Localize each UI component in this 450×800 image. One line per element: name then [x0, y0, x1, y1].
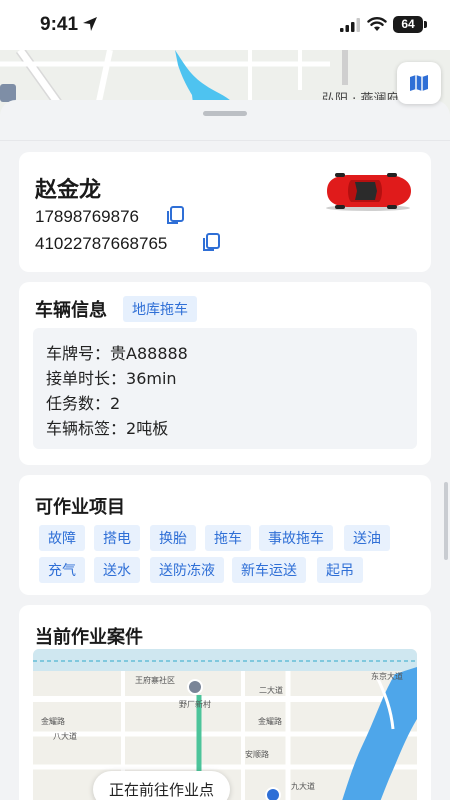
vehicle-type-badge: 地库拖车 — [123, 296, 197, 322]
service-chip: 起吊 — [317, 557, 363, 583]
status-time: 9:41 — [40, 14, 79, 35]
map-label: 二大道 — [259, 686, 283, 695]
detail-row-duration: 接单时长：36min — [46, 365, 177, 389]
location-arrow-icon — [83, 17, 97, 31]
detail-row-vehicle-tag: 车辆标签：2吨板 — [46, 415, 168, 439]
map-label: 九大道 — [291, 782, 315, 791]
service-chip: 拖车 — [205, 525, 251, 551]
map-label: 野厂新村 — [179, 700, 211, 709]
service-chip: 事故拖车 — [259, 525, 333, 551]
current-location-icon — [265, 787, 281, 800]
map-label: 王府寨社区 — [135, 676, 175, 685]
status-bar: 9:41 64 — [0, 0, 450, 50]
detail-value: 2 — [110, 394, 121, 413]
wifi-icon — [367, 17, 387, 31]
bottom-sheet[interactable]: 赵金龙 17898769876 41022787668765 车辆信息 地库拖车 — [0, 100, 450, 800]
map-pin-icon — [187, 679, 203, 695]
service-chip: 送水 — [94, 557, 140, 583]
sheet-divider — [0, 140, 450, 141]
detail-label: 接单时长： — [46, 369, 127, 388]
detail-value: 2吨板 — [126, 419, 169, 438]
scrollbar[interactable] — [444, 482, 448, 560]
battery-tip — [424, 21, 427, 28]
map-label: 八大道 — [53, 732, 77, 741]
service-chip: 故障 — [39, 525, 85, 551]
service-chip: 搭电 — [94, 525, 140, 551]
folded-map-icon — [410, 75, 428, 91]
detail-label: 车辆标签： — [46, 419, 127, 438]
map-label: 安顺路 — [245, 750, 269, 759]
service-chip: 充气 — [39, 557, 85, 583]
vehicle-detail-panel: 车牌号：贵A88888 接单时长：36min 任务数：2 车辆标签：2吨板 — [33, 328, 417, 449]
copy-id-icon[interactable] — [201, 232, 221, 252]
detail-row-plate: 车牌号：贵A88888 — [46, 340, 188, 364]
customer-phone: 17898769876 — [35, 207, 140, 226]
red-car-image — [326, 173, 411, 211]
current-job-card: 当前作业案件 王府寨社区 野厂新村 东京大道 金耀路 金耀路 安顺路 二大道 八… — [19, 605, 431, 800]
current-job-title: 当前作业案件 — [35, 627, 143, 648]
map-label: 金耀路 — [258, 717, 282, 726]
vehicle-info-card: 车辆信息 地库拖车 车牌号：贵A88888 接单时长：36min 任务数：2 车… — [19, 282, 431, 465]
services-title: 可作业项目 — [35, 497, 125, 518]
services-card: 可作业项目 故障 搭电 换胎 拖车 事故拖车 送油 充气 送水 送防冻液 新车运… — [19, 475, 431, 595]
detail-value: 贵A88888 — [110, 344, 188, 363]
service-chip: 换胎 — [150, 525, 196, 551]
service-chip: 送油 — [344, 525, 390, 551]
detail-label: 车牌号： — [46, 344, 111, 363]
sheet-drag-handle[interactable] — [203, 111, 247, 116]
map-label: 金耀路 — [41, 717, 65, 726]
job-route-map[interactable]: 王府寨社区 野厂新村 东京大道 金耀路 金耀路 安顺路 二大道 八大道 九大道 … — [33, 649, 417, 800]
customer-name: 赵金龙 — [35, 178, 102, 203]
detail-value: 36min — [126, 369, 177, 388]
detail-row-task-count: 任务数：2 — [46, 390, 120, 414]
cellular-signal-icon — [340, 18, 360, 32]
copy-phone-icon[interactable] — [165, 205, 185, 225]
customer-id-number: 41022787668765 — [35, 234, 168, 253]
vehicle-info-title: 车辆信息 — [35, 300, 107, 321]
service-chip: 送防冻液 — [150, 557, 224, 583]
customer-card: 赵金龙 17898769876 41022787668765 — [19, 152, 431, 272]
battery-indicator: 64 — [393, 16, 423, 33]
detail-label: 任务数： — [46, 394, 111, 413]
map-view-toggle-button[interactable] — [397, 62, 441, 104]
job-status-pill: 正在前往作业点 — [93, 771, 231, 800]
map-label: 东京大道 — [371, 672, 403, 681]
service-chip: 新车运送 — [232, 557, 306, 583]
